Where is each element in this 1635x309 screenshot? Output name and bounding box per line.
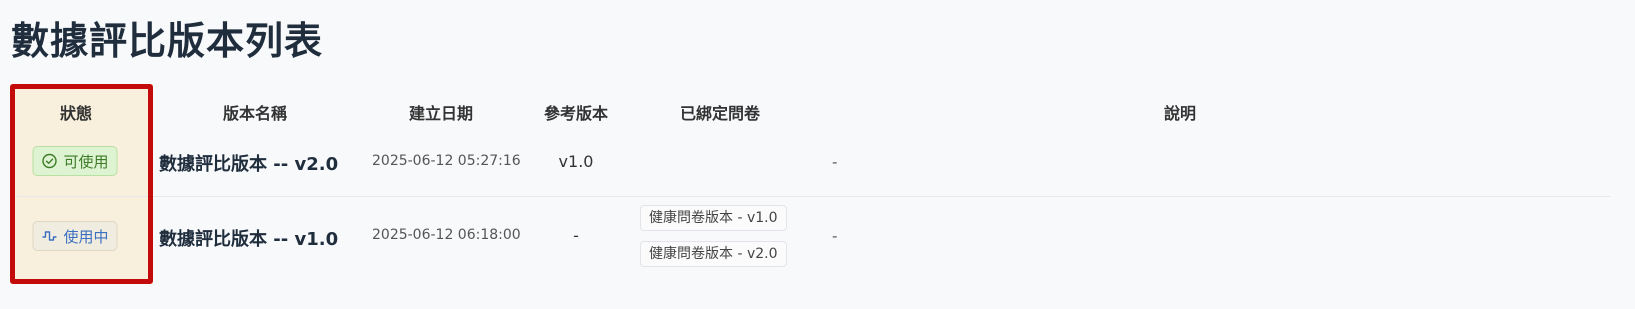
ref-version: - [573, 226, 579, 245]
version-name[interactable]: 數據評比版本 -- v2.0 [159, 150, 338, 176]
created-date: 2025-06-12 06:18:00 [372, 227, 521, 243]
page: 數據評比版本列表 狀態 版本名稱 建立日期 參考版本 已綁定問卷 說明 可使用 … [0, 0, 1635, 309]
questionnaire-tag: 健康問卷版本 - v2.0 [640, 241, 787, 267]
description: - [832, 227, 838, 245]
header-description: 說明 [1163, 104, 1197, 123]
created-date: 2025-06-12 05:27:16 [372, 153, 521, 169]
row-divider [17, 196, 1610, 197]
page-title: 數據評比版本列表 [11, 19, 324, 63]
ref-version: v1.0 [558, 152, 594, 171]
version-name[interactable]: 數據評比版本 -- v1.0 [159, 225, 338, 251]
header-ref-version: 參考版本 [543, 104, 609, 123]
header-version-name: 版本名稱 [222, 104, 288, 123]
status-column-highlight [10, 84, 153, 284]
questionnaire-tag: 健康問卷版本 - v1.0 [640, 205, 787, 231]
header-bound-questionnaires: 已綁定問卷 [679, 104, 761, 123]
header-created-date: 建立日期 [408, 104, 474, 123]
description: - [832, 153, 838, 171]
